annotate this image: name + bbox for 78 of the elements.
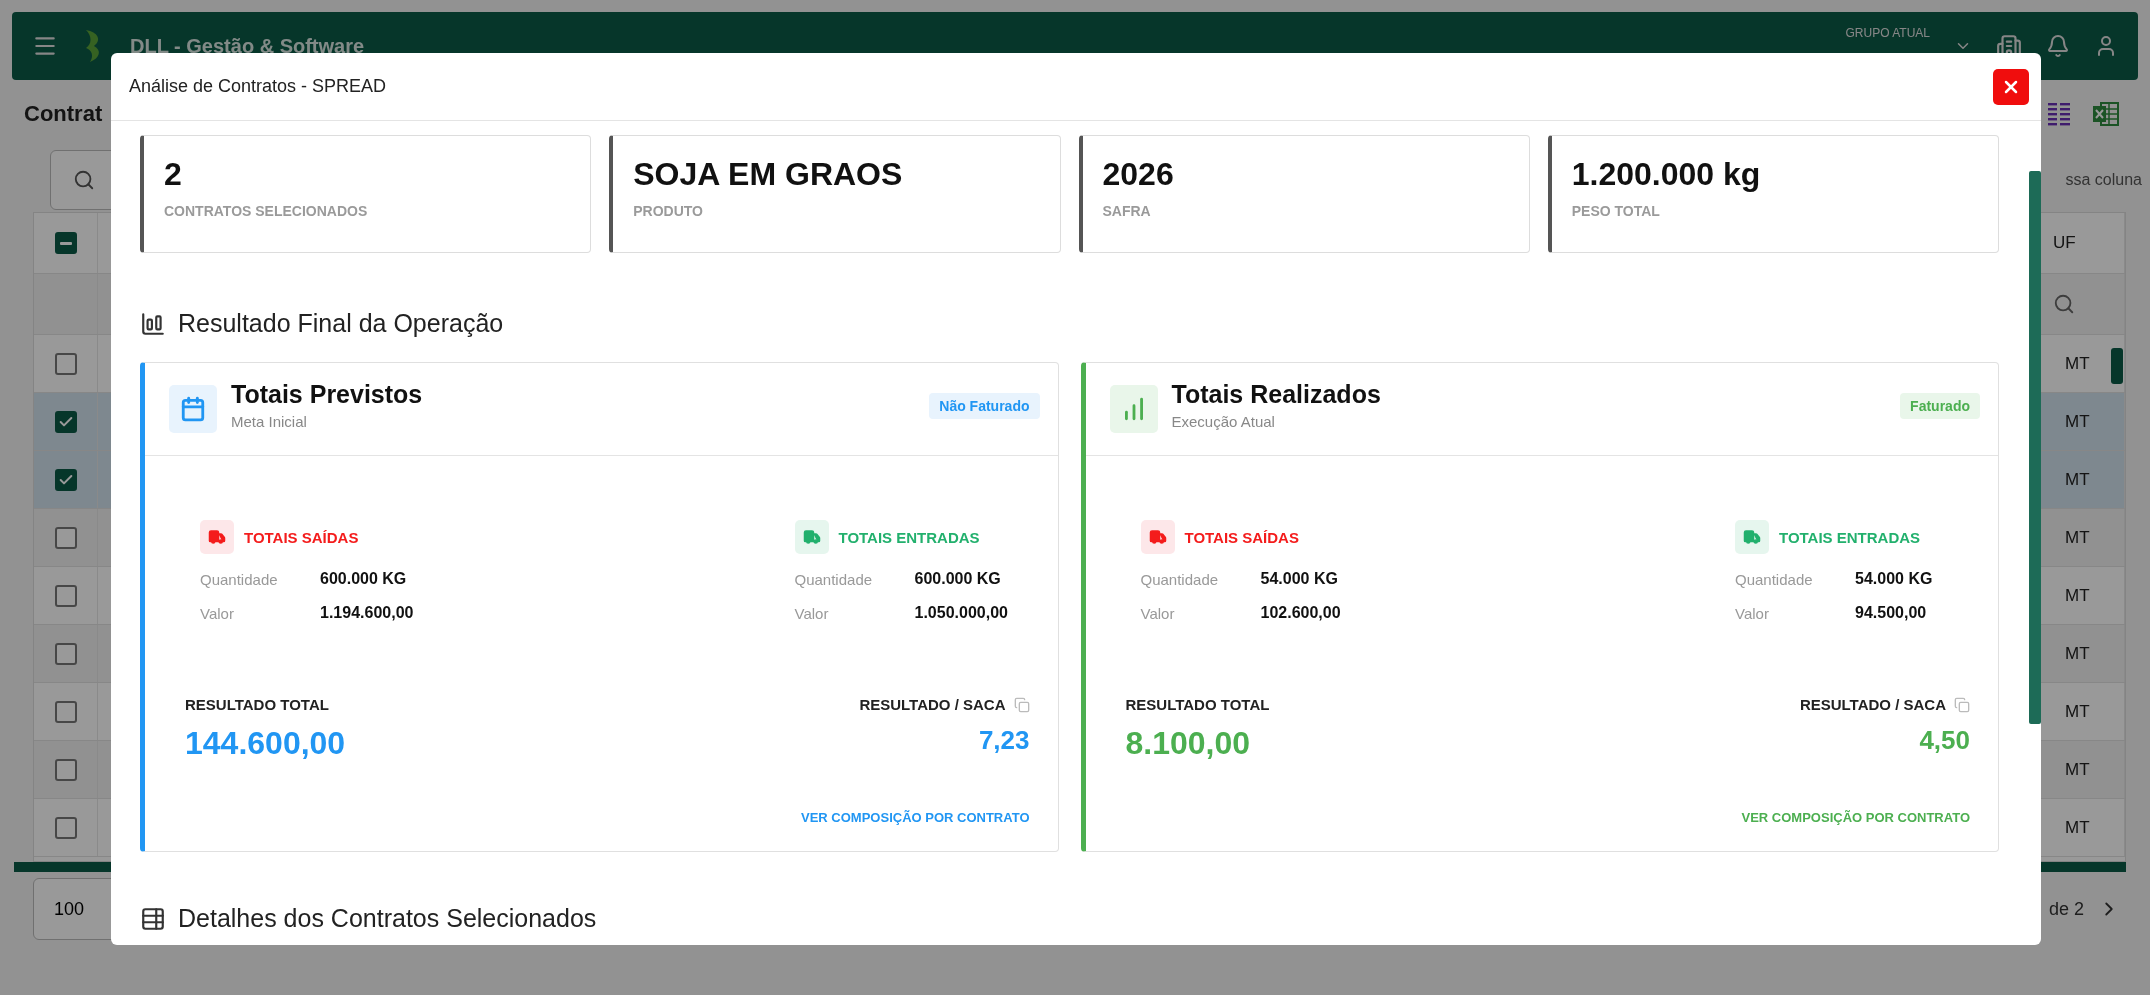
field-label: Quantidade bbox=[1735, 570, 1814, 588]
result-label: RESULTADO TOTAL bbox=[185, 696, 329, 713]
result-value: 7,23 bbox=[978, 725, 1030, 756]
row-checkbox[interactable] bbox=[54, 758, 77, 781]
field-value: 1.194.600,00 bbox=[320, 604, 415, 622]
result-value: 8.100,00 bbox=[1125, 725, 1251, 762]
summary-value: 1.200.000 kg bbox=[1571, 156, 1762, 193]
scrollbar-thumb[interactable] bbox=[2029, 171, 2041, 724]
flow-title: TOTAIS ENTRADAS bbox=[1779, 528, 1921, 546]
field-label: Quantidade bbox=[794, 570, 874, 588]
modal-title: Análise de Contratos - SPREAD bbox=[129, 76, 387, 97]
filter-hint: ssa coluna bbox=[2065, 171, 2142, 189]
result-value: 144.600,00 bbox=[185, 725, 346, 762]
summary-label: PESO TOTAL bbox=[1571, 203, 1661, 219]
row-checkbox[interactable] bbox=[54, 526, 77, 549]
field-value: 54.000 KG bbox=[1260, 570, 1339, 588]
field-label: Valor bbox=[794, 604, 830, 622]
row-checkbox[interactable] bbox=[54, 352, 77, 375]
result-label: RESULTADO TOTAL bbox=[1125, 696, 1270, 713]
panel-title: Totais Realizados bbox=[1171, 380, 1381, 409]
result-label: RESULTADO / SACA bbox=[859, 696, 1006, 713]
section-title: Detalhes dos Contratos Selecionados bbox=[178, 904, 597, 933]
truck-icon bbox=[1743, 528, 1761, 546]
field-label: Valor bbox=[1140, 604, 1176, 622]
row-checkbox[interactable] bbox=[54, 584, 77, 607]
field-value: 1.050.000,00 bbox=[914, 604, 1009, 622]
flow-title: TOTAIS SAÍDAS bbox=[244, 528, 359, 546]
flow-title: TOTAIS ENTRADAS bbox=[838, 528, 980, 546]
search-icon[interactable] bbox=[2053, 293, 2075, 315]
field-label: Valor bbox=[1735, 604, 1770, 622]
result-value: 4,50 bbox=[1919, 725, 1970, 756]
page-total: de 2 bbox=[2048, 898, 2084, 920]
chart-icon bbox=[140, 310, 166, 337]
copy-icon[interactable] bbox=[1013, 696, 1030, 713]
truck-icon bbox=[802, 528, 821, 546]
field-label: Valor bbox=[200, 604, 235, 622]
row-checkbox[interactable] bbox=[54, 700, 77, 723]
panel-title: Totais Previstos bbox=[231, 380, 423, 409]
summary-label: PRODUTO bbox=[633, 203, 704, 219]
list-columns-icon[interactable] bbox=[2046, 101, 2072, 127]
copy-icon[interactable] bbox=[1954, 696, 1970, 713]
group-label: GRUPO ATUAL bbox=[1845, 26, 1930, 40]
flow-title: TOTAIS SAÍDAS bbox=[1184, 528, 1299, 546]
row-checkbox[interactable] bbox=[54, 468, 77, 491]
status-badge: Faturado bbox=[1900, 393, 1980, 419]
close-button[interactable] bbox=[1993, 68, 2029, 105]
summary-value: SOJA EM GRAOS bbox=[633, 156, 904, 193]
truck-icon bbox=[1148, 528, 1167, 546]
field-value: 94.500,00 bbox=[1855, 604, 1928, 622]
section-title: Resultado Final da Operação bbox=[178, 309, 504, 338]
summary-value: 2026 bbox=[1102, 156, 1175, 193]
summary-value: 2 bbox=[164, 156, 183, 193]
status-badge: Não Faturado bbox=[929, 393, 1040, 419]
calendar-icon bbox=[180, 396, 206, 422]
app-title: DLL - Gestão & Software bbox=[130, 34, 365, 58]
scrollbar-thumb[interactable] bbox=[2111, 348, 2123, 384]
result-label: RESULTADO / SACA bbox=[1799, 696, 1946, 713]
row-checkbox[interactable] bbox=[54, 410, 77, 433]
summary-label: CONTRATOS SELECIONADOS bbox=[164, 203, 369, 219]
field-value: 600.000 KG bbox=[320, 570, 408, 588]
field-value: 102.600,00 bbox=[1260, 604, 1342, 622]
bell-icon[interactable] bbox=[2046, 34, 2070, 58]
search-icon bbox=[73, 169, 95, 191]
field-label: Quantidade bbox=[200, 570, 279, 588]
panel-subtitle: Execução Atual bbox=[1171, 413, 1276, 430]
row-checkbox[interactable] bbox=[54, 642, 77, 665]
row-checkbox[interactable] bbox=[54, 816, 77, 839]
truck-icon bbox=[208, 528, 226, 546]
panel-subtitle: Meta Inicial bbox=[231, 413, 308, 430]
spreadsheet-icon[interactable] bbox=[2092, 101, 2120, 127]
field-value: 600.000 KG bbox=[914, 570, 1002, 588]
summary-label: SAFRA bbox=[1102, 203, 1152, 219]
select-all-checkbox[interactable] bbox=[54, 232, 77, 254]
table-icon bbox=[140, 905, 166, 932]
page-title: Contrat bbox=[24, 101, 103, 127]
minus-icon bbox=[59, 241, 72, 245]
field-label: Quantidade bbox=[1140, 570, 1220, 588]
field-value: 54.000 KG bbox=[1855, 570, 1934, 588]
